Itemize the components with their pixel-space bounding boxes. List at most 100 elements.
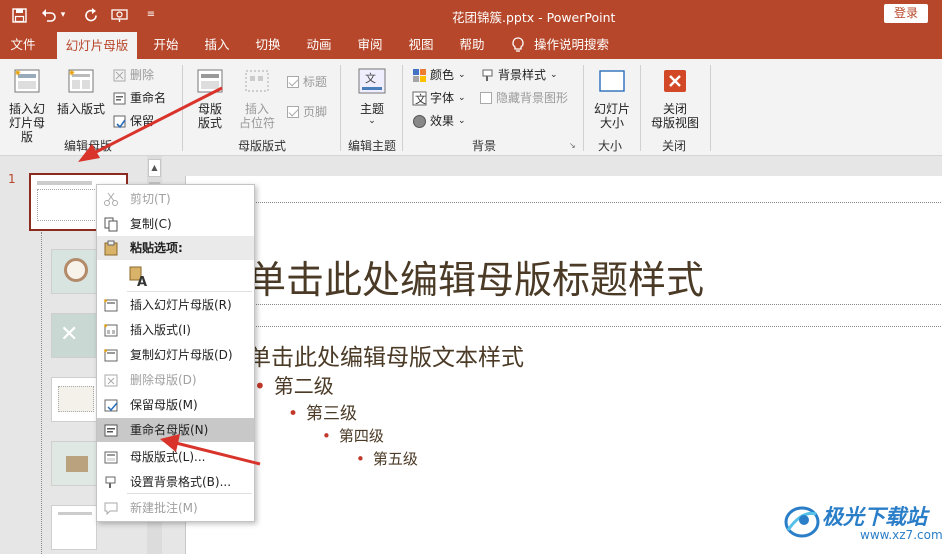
- paste-keep-text-icon[interactable]: A: [128, 265, 150, 290]
- layout-connector: [41, 232, 42, 554]
- menu-item-rename-master[interactable]: 重命名母版(N): [97, 418, 254, 442]
- scroll-up-icon[interactable]: ▲: [148, 159, 161, 177]
- bullet-icon: •: [254, 374, 266, 398]
- close-master-view-button[interactable]: 关闭 母版视图: [646, 67, 704, 130]
- rename-icon: [104, 424, 118, 437]
- rename-label: 重命名: [130, 91, 167, 105]
- menu-paste-options-header: 粘贴选项:: [97, 236, 254, 260]
- menu-item-label: 复制(C): [130, 217, 172, 231]
- menu-item-delete-master[interactable]: 删除母版(D): [97, 368, 254, 392]
- tab-slide-master[interactable]: 幻灯片母版: [57, 32, 137, 59]
- background-styles-label: 背景样式: [498, 68, 547, 82]
- title-checkbox[interactable]: 标题: [287, 72, 327, 92]
- undo-icon[interactable]: [38, 4, 60, 26]
- tab-review[interactable]: 审阅: [350, 30, 390, 59]
- body-text-level1[interactable]: 单击此处编辑母版文本样式: [248, 338, 524, 372]
- insert-slide-master-label: 插入幻 灯片母版: [8, 102, 45, 144]
- master-layout-icon: [104, 451, 118, 464]
- delete-label: 删除: [130, 68, 155, 82]
- colors-label: 颜色: [430, 68, 455, 82]
- themes-button[interactable]: 文 主题 ⌄: [352, 67, 392, 126]
- close-icon: [664, 70, 686, 92]
- menu-separator: [127, 291, 252, 292]
- thumb-title-placeholder: [37, 181, 92, 185]
- insert-placeholder-button[interactable]: 插入 占位符: [232, 67, 282, 130]
- svg-text:✷: ✷: [103, 298, 108, 305]
- group-divider: [402, 65, 403, 151]
- menu-item-copy[interactable]: 复制(C): [97, 212, 254, 236]
- slide-number: 1: [8, 172, 16, 186]
- svg-text:✷: ✷: [103, 323, 108, 330]
- save-icon[interactable]: [8, 4, 30, 26]
- menu-item-cut[interactable]: 剪切(T): [97, 187, 254, 211]
- fonts-button[interactable]: 文 字体 ⌄: [412, 88, 466, 108]
- layout-thumbnail[interactable]: [51, 249, 97, 294]
- layout-thumbnail[interactable]: [51, 505, 97, 550]
- redo-icon[interactable]: [80, 4, 102, 26]
- tell-me-search[interactable]: 操作说明搜索: [534, 30, 618, 59]
- tab-view[interactable]: 视图: [401, 30, 441, 59]
- themes-icon: 文: [358, 68, 386, 94]
- format-background-icon: [105, 476, 116, 488]
- undo-dropdown-icon[interactable]: ▾: [58, 4, 68, 26]
- colors-button[interactable]: 颜色 ⌄: [412, 65, 466, 85]
- delete-button[interactable]: 删除: [112, 65, 154, 85]
- body-text-level4[interactable]: • 第四级: [322, 425, 384, 446]
- document-title: 花团锦簇.pptx - PowerPoint: [452, 10, 616, 25]
- menu-item-label: 插入版式(I): [130, 323, 191, 337]
- footer-checkbox[interactable]: 页脚: [287, 102, 327, 122]
- effects-icon: [412, 114, 427, 129]
- footer-checkbox-label: 页脚: [303, 105, 328, 119]
- level2-text: 第二级: [273, 374, 334, 398]
- menu-item-new-comment[interactable]: 新建批注(M): [97, 496, 254, 520]
- menu-item-master-layout[interactable]: 母版版式(L)...: [97, 445, 254, 469]
- login-button[interactable]: 登录: [884, 4, 928, 23]
- menu-item-label: 保留母版(M): [130, 398, 198, 412]
- group-divider: [182, 65, 183, 151]
- preserve-button[interactable]: 保留: [112, 111, 154, 131]
- present-from-start-icon[interactable]: [108, 4, 130, 26]
- body-text-level5[interactable]: • 第五级: [356, 448, 418, 469]
- svg-text:✷: ✷: [14, 69, 22, 79]
- menu-item-duplicate-slide-master[interactable]: ✷ 复制幻灯片母版(D): [97, 343, 254, 367]
- placeholder-border: [186, 304, 942, 305]
- tab-insert[interactable]: 插入: [197, 30, 237, 59]
- svg-text:✷: ✷: [68, 69, 76, 79]
- layout-thumbnail[interactable]: [51, 377, 97, 422]
- background-styles-button[interactable]: 背景样式 ⌄: [480, 65, 558, 85]
- menu-item-insert-slide-master[interactable]: ✷ 插入幻灯片母版(R): [97, 293, 254, 317]
- menu-item-format-background[interactable]: 设置背景格式(B)...: [97, 470, 254, 494]
- layout-thumbnail[interactable]: ✕: [51, 313, 97, 358]
- effects-button[interactable]: 效果 ⌄: [412, 111, 466, 131]
- insert-slide-master-button[interactable]: ✷ 插入幻 灯片母版: [4, 67, 50, 144]
- insert-layout-label: 插入版式: [56, 102, 105, 116]
- tab-home[interactable]: 开始: [146, 30, 186, 59]
- layout-thumbnail[interactable]: [51, 441, 97, 486]
- tab-animations[interactable]: 动画: [299, 30, 339, 59]
- master-layout-button[interactable]: 母版 版式: [190, 67, 230, 130]
- tab-file[interactable]: 文件: [4, 30, 42, 59]
- insert-layout-button[interactable]: ✷ 插入版式: [54, 67, 108, 116]
- chevron-down-icon: ⌄: [458, 93, 466, 103]
- menu-separator: [127, 493, 252, 494]
- group-divider: [583, 65, 584, 151]
- hide-background-checkbox[interactable]: 隐藏背景图形: [480, 88, 568, 108]
- rename-button[interactable]: 重命名: [112, 88, 166, 108]
- fonts-icon: 文: [412, 91, 427, 106]
- group-label-master-layout: 母版版式: [237, 139, 286, 153]
- insert-slide-master-icon: ✷: [103, 298, 118, 312]
- tab-help[interactable]: 帮助: [452, 30, 492, 59]
- menu-item-label: 母版版式(L)...: [130, 450, 206, 464]
- slide-size-button[interactable]: 幻灯片 大小: [589, 67, 635, 130]
- slide-title-placeholder[interactable]: 单击此处编辑母版标题样式: [248, 249, 704, 304]
- tab-transitions[interactable]: 切换: [248, 30, 288, 59]
- chevron-down-icon: ⌄: [458, 116, 466, 126]
- customize-toolbar-icon[interactable]: ≡: [140, 4, 162, 26]
- dialog-launcher-icon[interactable]: ↘: [569, 141, 576, 150]
- body-text-level2[interactable]: • 第二级: [254, 370, 334, 399]
- menu-item-insert-layout[interactable]: ✷ 插入版式(I): [97, 318, 254, 342]
- body-text-level3[interactable]: • 第三级: [288, 399, 357, 424]
- menu-item-preserve-master[interactable]: 保留母版(M): [97, 393, 254, 417]
- copy-icon: [104, 217, 118, 232]
- svg-text:✷: ✷: [103, 348, 108, 355]
